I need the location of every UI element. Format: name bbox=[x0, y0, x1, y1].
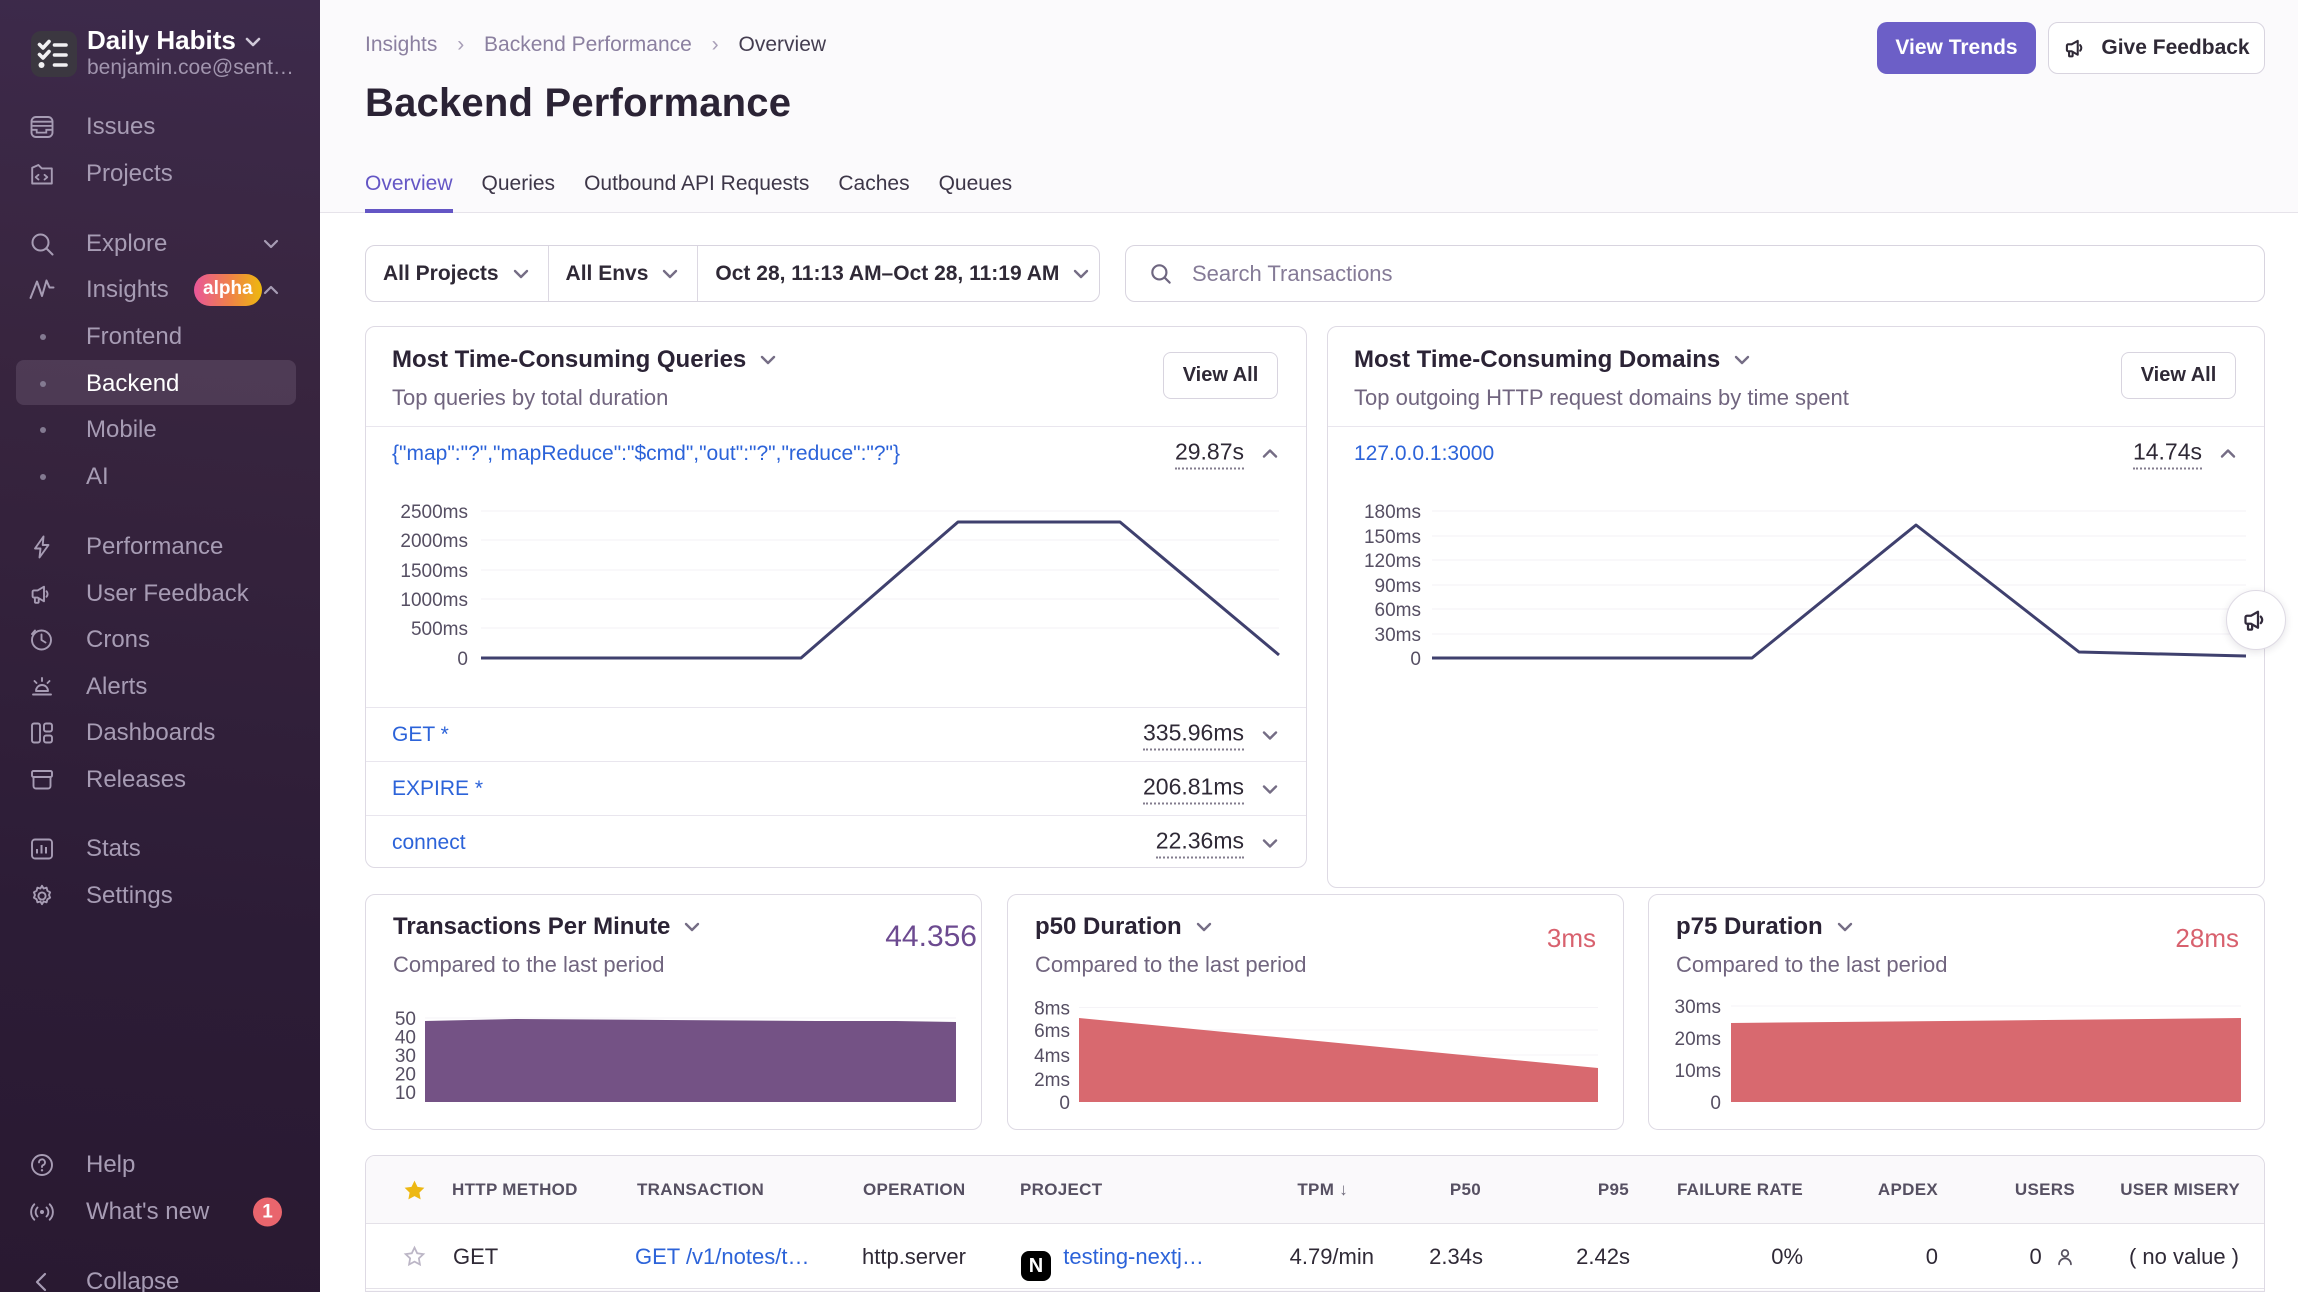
svg-text:0: 0 bbox=[457, 649, 468, 670]
svg-text:90ms: 90ms bbox=[1375, 576, 1421, 597]
svg-text:150ms: 150ms bbox=[1364, 527, 1421, 548]
svg-text:180ms: 180ms bbox=[1364, 502, 1421, 523]
svg-text:0: 0 bbox=[1710, 1093, 1721, 1114]
svg-text:30ms: 30ms bbox=[1675, 997, 1721, 1018]
svg-text:4ms: 4ms bbox=[1034, 1046, 1070, 1067]
svg-text:10: 10 bbox=[395, 1083, 416, 1104]
svg-text:2500ms: 2500ms bbox=[400, 502, 468, 523]
svg-text:0: 0 bbox=[1410, 649, 1421, 670]
svg-text:1000ms: 1000ms bbox=[400, 590, 468, 611]
svg-text:6ms: 6ms bbox=[1034, 1021, 1070, 1042]
svg-text:60ms: 60ms bbox=[1375, 600, 1421, 621]
svg-text:8ms: 8ms bbox=[1034, 999, 1070, 1020]
svg-text:0: 0 bbox=[1059, 1093, 1070, 1114]
svg-text:120ms: 120ms bbox=[1364, 551, 1421, 572]
svg-text:2000ms: 2000ms bbox=[400, 531, 468, 552]
svg-text:1500ms: 1500ms bbox=[400, 561, 468, 582]
svg-text:2ms: 2ms bbox=[1034, 1070, 1070, 1091]
svg-text:10ms: 10ms bbox=[1675, 1061, 1721, 1082]
svg-text:500ms: 500ms bbox=[411, 619, 468, 640]
svg-text:20ms: 20ms bbox=[1675, 1029, 1721, 1050]
svg-text:30ms: 30ms bbox=[1375, 625, 1421, 646]
